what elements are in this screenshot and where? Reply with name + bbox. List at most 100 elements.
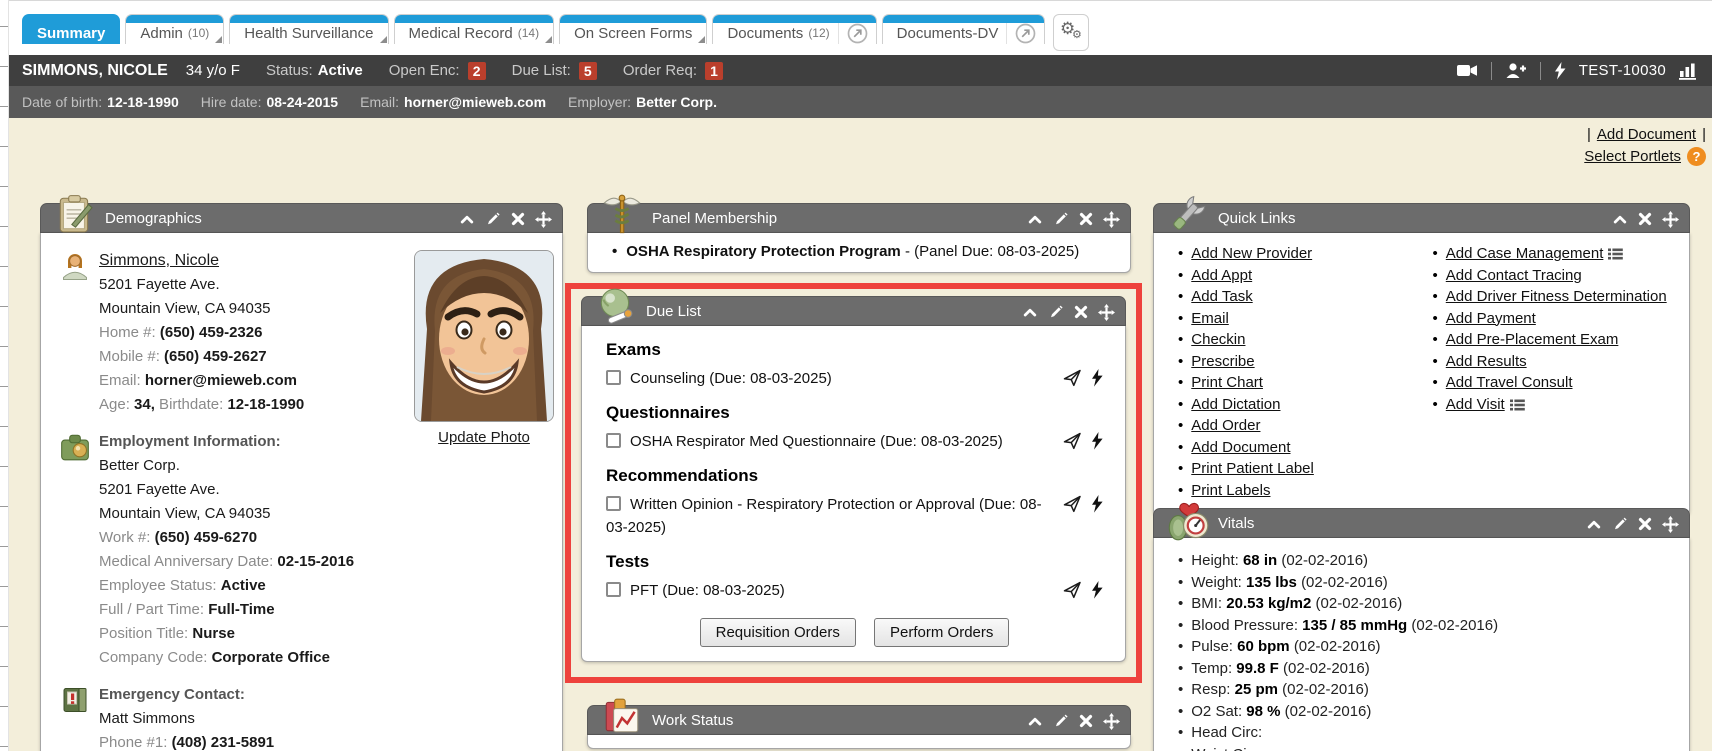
help-icon[interactable]: ?: [1687, 147, 1706, 166]
collapse-icon[interactable]: [1027, 714, 1043, 729]
quick-link-add-order[interactable]: Add Order: [1191, 417, 1260, 434]
quick-link-add-document[interactable]: Add Document: [1191, 439, 1290, 456]
move-icon[interactable]: [535, 211, 552, 228]
work-status-header[interactable]: Work Status: [587, 705, 1131, 735]
lightning-icon[interactable]: [1091, 369, 1103, 387]
popup-icon[interactable]: [1015, 23, 1036, 44]
gutter-tick: [0, 586, 8, 587]
collapse-icon[interactable]: [1022, 305, 1038, 320]
popup-icon[interactable]: [847, 23, 868, 44]
close-icon[interactable]: [511, 212, 525, 226]
quick-link-add-contact-tracing[interactable]: Add Contact Tracing: [1446, 267, 1582, 284]
field-label: Email:: [360, 94, 399, 110]
send-plane-icon[interactable]: [1063, 495, 1082, 513]
vitals-header[interactable]: Vitals: [1153, 508, 1690, 538]
open-enc-group[interactable]: Open Enc: 2: [389, 62, 486, 80]
close-icon[interactable]: [1074, 305, 1088, 319]
tab-health-surveillance[interactable]: Health Surveillance: [229, 14, 388, 44]
tab-documents[interactable]: Documents(12): [712, 14, 876, 44]
due-list-header[interactable]: Due List: [581, 296, 1126, 326]
requisition-orders-button[interactable]: Requisition Orders: [700, 618, 856, 647]
due-item-checkbox[interactable]: [606, 582, 621, 597]
collapse-icon[interactable]: [1027, 212, 1043, 227]
due-list-group[interactable]: Due List: 5: [512, 62, 597, 80]
edit-icon[interactable]: [1053, 713, 1069, 729]
edit-icon[interactable]: [1048, 304, 1064, 320]
due-list-badge[interactable]: 5: [579, 62, 597, 80]
tab-summary[interactable]: Summary: [22, 14, 120, 44]
close-icon[interactable]: [1079, 714, 1093, 728]
tab-dropdown-fold[interactable]: [215, 36, 222, 43]
demographics-header[interactable]: Demographics: [40, 203, 563, 233]
lightning-icon[interactable]: [1091, 581, 1103, 599]
due-item-checkbox[interactable]: [606, 370, 621, 385]
send-plane-icon[interactable]: [1063, 581, 1082, 599]
move-icon[interactable]: [1103, 713, 1120, 730]
quick-link-print-patient-label[interactable]: Print Patient Label: [1191, 460, 1314, 477]
move-icon[interactable]: [1098, 304, 1115, 321]
edit-icon[interactable]: [1053, 211, 1069, 227]
tab-settings-button[interactable]: ⚙ ⚙: [1053, 14, 1089, 51]
video-camera-icon[interactable]: [1457, 63, 1478, 78]
tab-documents-dv[interactable]: Documents-DV: [882, 14, 1046, 44]
perform-orders-button[interactable]: Perform Orders: [874, 618, 1009, 647]
tab-on-screen-forms[interactable]: On Screen Forms: [559, 14, 707, 44]
send-plane-icon[interactable]: [1063, 432, 1082, 450]
edit-icon[interactable]: [1612, 516, 1628, 532]
collapse-icon[interactable]: [459, 212, 475, 227]
select-portlets-link[interactable]: Select Portlets: [1584, 148, 1681, 165]
move-icon[interactable]: [1662, 211, 1679, 228]
add-person-icon[interactable]: [1505, 62, 1527, 79]
quick-link-prescribe[interactable]: Prescribe: [1191, 353, 1254, 370]
quick-link-add-payment[interactable]: Add Payment: [1446, 310, 1536, 327]
due-item-checkbox[interactable]: [606, 433, 621, 448]
quick-link-print-chart[interactable]: Print Chart: [1191, 374, 1263, 391]
close-icon[interactable]: [1638, 517, 1652, 531]
edit-icon[interactable]: [485, 211, 501, 227]
quick-link-add-pre-placement-exam[interactable]: Add Pre-Placement Exam: [1446, 331, 1619, 348]
lightning-icon[interactable]: [1091, 432, 1103, 450]
collapse-icon[interactable]: [1612, 212, 1628, 227]
tab-dropdown-fold[interactable]: [698, 36, 705, 43]
add-document-link[interactable]: Add Document: [1597, 126, 1696, 143]
quick-link-item: Print Labels: [1172, 480, 1427, 502]
open-enc-badge[interactable]: 2: [468, 62, 486, 80]
patient-age-sex: 34 y/o F: [186, 62, 240, 79]
tab-medical-record[interactable]: Medical Record(14): [394, 14, 555, 44]
tab-dropdown-fold[interactable]: [545, 36, 552, 43]
lightning-icon[interactable]: [1091, 495, 1103, 513]
quick-link-add-visit[interactable]: Add Visit: [1446, 396, 1505, 413]
quick-link-print-labels[interactable]: Print Labels: [1191, 482, 1270, 499]
due-item-checkbox[interactable]: [606, 496, 621, 511]
quick-link-add-appt[interactable]: Add Appt: [1191, 267, 1252, 284]
quick-link-add-case-management[interactable]: Add Case Management: [1446, 245, 1604, 262]
update-photo-link[interactable]: Update Photo: [438, 429, 530, 446]
collapse-icon[interactable]: [1586, 517, 1602, 532]
panel-membership-header[interactable]: Panel Membership: [587, 203, 1131, 233]
quick-links-header[interactable]: Quick Links: [1153, 203, 1690, 233]
portlet-controls: [1027, 706, 1120, 736]
quick-link-add-driver-fitness-determination[interactable]: Add Driver Fitness Determination: [1446, 288, 1667, 305]
due-list-item: Written Opinion - Respiratory Protection…: [606, 493, 1103, 539]
patient-name-link[interactable]: Simmons, Nicole: [99, 252, 219, 269]
tab-dropdown-fold[interactable]: [380, 36, 387, 43]
quick-link-add-dictation[interactable]: Add Dictation: [1191, 396, 1280, 413]
gutter-tick: [0, 226, 8, 227]
quick-link-email[interactable]: Email: [1191, 310, 1229, 327]
close-icon[interactable]: [1638, 212, 1652, 226]
quick-link-add-task[interactable]: Add Task: [1191, 288, 1252, 305]
bar-chart-icon[interactable]: [1679, 62, 1698, 80]
move-icon[interactable]: [1103, 211, 1120, 228]
quick-link-checkin[interactable]: Checkin: [1191, 331, 1245, 348]
move-icon[interactable]: [1662, 516, 1679, 533]
send-plane-icon[interactable]: [1063, 369, 1082, 387]
order-req-group[interactable]: Order Req: 1: [623, 62, 723, 80]
subheader-field-email: Email:horner@mieweb.com: [360, 94, 546, 110]
quick-link-add-travel-consult[interactable]: Add Travel Consult: [1446, 374, 1573, 391]
tab-admin[interactable]: Admin(10): [125, 14, 224, 44]
close-icon[interactable]: [1079, 212, 1093, 226]
quick-link-add-results[interactable]: Add Results: [1446, 353, 1527, 370]
lightning-icon[interactable]: [1554, 62, 1566, 80]
order-req-badge[interactable]: 1: [705, 62, 723, 80]
quick-link-add-new-provider[interactable]: Add New Provider: [1191, 245, 1312, 262]
